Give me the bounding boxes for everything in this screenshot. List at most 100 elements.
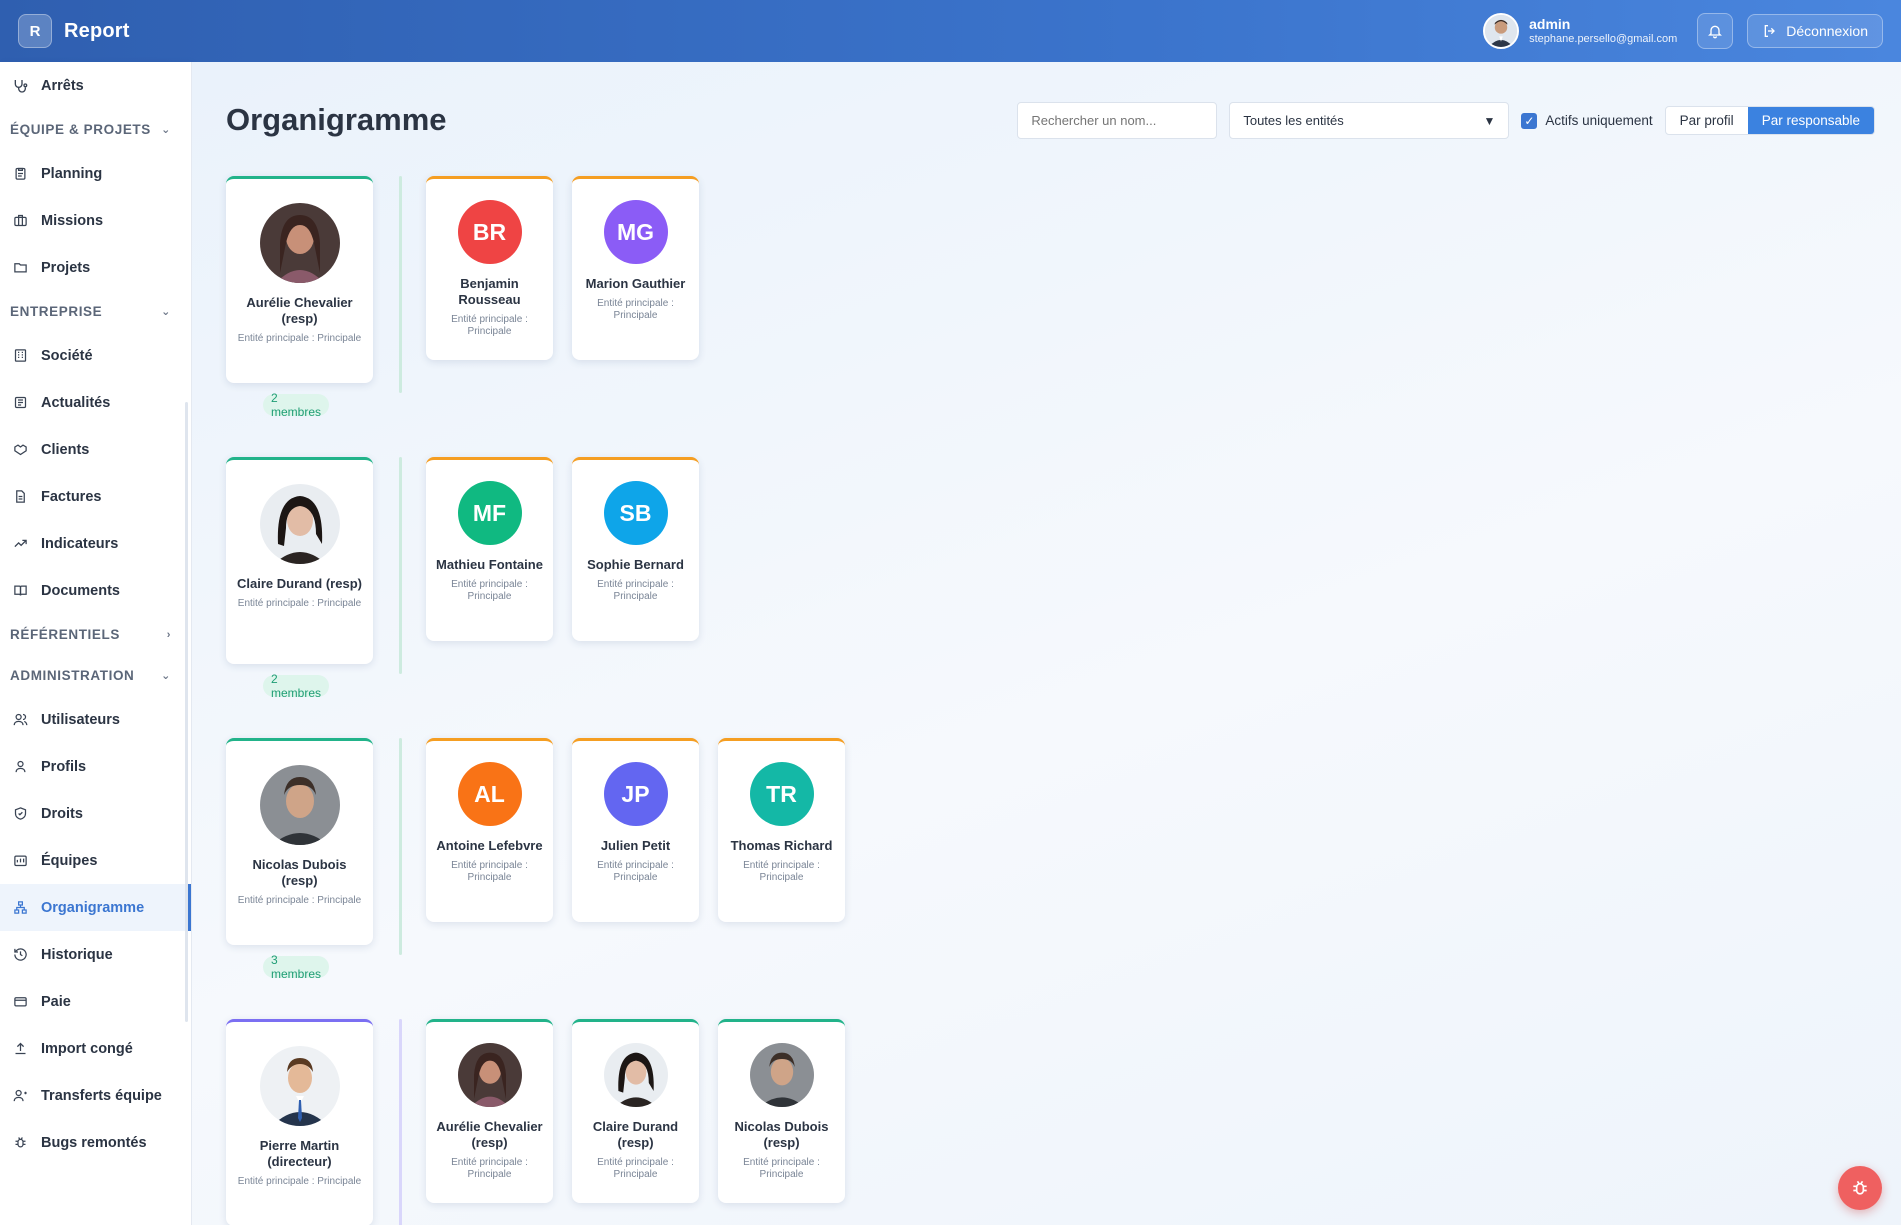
avatar [259, 203, 340, 283]
sidebar-item-societe[interactable]: Société [0, 332, 191, 379]
sidebar-item-label: Profils [41, 758, 87, 775]
member-card[interactable]: AL Antoine Lefebvre Entité principale : … [426, 738, 553, 922]
user-menu[interactable]: admin stephane.persello@gmail.com [1483, 13, 1677, 49]
trending-up-icon [12, 536, 28, 552]
director-card[interactable]: Pierre Martin (directeur) Entité princip… [226, 1019, 373, 1225]
sidebar-item-documents[interactable]: Documents [0, 567, 191, 614]
card-name: Thomas Richard [730, 838, 833, 853]
sidebar-item-droits[interactable]: Droits [0, 790, 191, 837]
card-name: Aurélie Chevalier (resp) [246, 295, 353, 326]
avatar-initials: MG [603, 200, 668, 264]
avatar [259, 1046, 340, 1126]
member-card[interactable]: MF Mathieu Fontaine Entité principale : … [426, 457, 553, 641]
sidebar-item-label: Société [41, 347, 93, 364]
sidebar-item-arrets[interactable]: Arrêts [0, 62, 191, 109]
sidebar-item-label: Utilisateurs [41, 711, 120, 728]
sidebar-item-factures[interactable]: Factures [0, 473, 191, 520]
sidebar-item-missions[interactable]: Missions [0, 197, 191, 244]
members-count-badge: 2 membres [263, 391, 330, 419]
shield-icon [12, 806, 28, 822]
sidebar: Arrêts ÉQUIPE & PROJETS ⌄ Planning Missi… [0, 62, 192, 1225]
page-title: Organigramme [226, 102, 447, 137]
sidebar-scrollbar[interactable] [185, 402, 188, 1022]
section-label: ADMINISTRATION [10, 668, 135, 683]
sidebar-item-planning[interactable]: Planning [0, 150, 191, 197]
entity-select[interactable]: Toutes les entités ▼ [1229, 102, 1510, 139]
sidebar-item-profils[interactable]: Profils [0, 743, 191, 790]
org-chart-icon [12, 900, 28, 916]
logout-button[interactable]: Déconnexion [1747, 14, 1883, 48]
card-entity: Entité principale : Principale [237, 895, 362, 906]
view-par-profil-button[interactable]: Par profil [1666, 107, 1748, 134]
card-name: Marion Gauthier [585, 276, 686, 291]
section-label: ÉQUIPE & PROJETS [10, 122, 151, 137]
sidebar-item-equipes[interactable]: Équipes [0, 837, 191, 884]
sidebar-item-utilisateurs[interactable]: Utilisateurs [0, 696, 191, 743]
search-input[interactable] [1017, 102, 1218, 139]
sidebar-item-bugs-remontes[interactable]: Bugs remontés [0, 1119, 191, 1166]
sidebar-item-projets[interactable]: Projets [0, 244, 191, 291]
member-card[interactable]: MG Marion Gauthier Entité principale : P… [572, 176, 699, 360]
sidebar-section-administration[interactable]: ADMINISTRATION ⌄ [0, 655, 191, 696]
sidebar-item-label: Transferts équipe [41, 1087, 162, 1104]
brand-logo: R [18, 14, 52, 48]
bug-icon [1853, 1180, 1867, 1195]
top-bar: R Report admin stephane.persello@gmail.c… [0, 0, 1901, 62]
sidebar-section-entreprise[interactable]: ENTREPRISE ⌄ [0, 291, 191, 332]
responsable-card[interactable]: Aurélie Chevalier (resp) Entité principa… [226, 176, 373, 383]
responsable-card[interactable]: Claire Durand (resp) Entité principale :… [226, 457, 373, 664]
folder-icon [12, 260, 28, 276]
card-entity: Entité principale : Principale [451, 1157, 528, 1180]
member-card[interactable]: Aurélie Chevalier (resp) Entité principa… [426, 1019, 553, 1203]
user-email: stephane.persello@gmail.com [1529, 32, 1678, 45]
member-card[interactable]: SB Sophie Bernard Entité principale : Pr… [572, 457, 699, 641]
member-card[interactable]: JP Julien Petit Entité principale : Prin… [572, 738, 699, 922]
card-entity: Entité principale : Principale [451, 314, 528, 337]
card-name: Benjamin Rousseau [458, 276, 521, 307]
sidebar-item-label: Actualités [41, 394, 111, 411]
members-count-badge: 3 membres [263, 953, 330, 981]
sidebar-item-paie[interactable]: Paie [0, 978, 191, 1025]
sidebar-item-organigramme[interactable]: Organigramme [0, 884, 191, 931]
sidebar-item-label: Historique [41, 946, 113, 963]
sidebar-item-import-conge[interactable]: Import congé [0, 1025, 191, 1072]
card-name: Pierre Martin (directeur) [259, 1138, 340, 1169]
toolbar: Toutes les entités ▼ ✓ Actifs uniquement… [1017, 102, 1875, 139]
report-bug-button[interactable] [1838, 1166, 1882, 1210]
actifs-toggle[interactable]: ✓ Actifs uniquement [1521, 112, 1653, 129]
newspaper-icon [12, 395, 28, 411]
sidebar-item-label: Arrêts [41, 77, 84, 94]
member-card[interactable]: Nicolas Dubois (resp) Entité principale … [718, 1019, 845, 1203]
sidebar-item-transferts-equipe[interactable]: Transferts équipe [0, 1072, 191, 1119]
member-card[interactable]: Claire Durand (resp) Entité principale :… [572, 1019, 699, 1203]
brand[interactable]: R Report [18, 14, 130, 48]
sidebar-item-label: Missions [41, 212, 104, 229]
group-connector [399, 1019, 402, 1225]
card-entity: Entité principale : Principale [743, 860, 820, 883]
sidebar-section-referentiels[interactable]: RÉFÉRENTIELS › [0, 614, 191, 655]
view-par-responsable-button[interactable]: Par responsable [1747, 107, 1874, 134]
sidebar-item-historique[interactable]: Historique [0, 931, 191, 978]
sidebar-item-label: Droits [41, 805, 83, 822]
sidebar-item-indicateurs[interactable]: Indicateurs [0, 520, 191, 567]
avatar-initials: BR [457, 200, 522, 264]
avatar [603, 1043, 668, 1107]
card-name: Nicolas Dubois (resp) [734, 1119, 829, 1150]
notifications-button[interactable] [1697, 13, 1734, 49]
history-icon [12, 947, 28, 963]
building-icon [12, 348, 28, 364]
responsable-card[interactable]: Nicolas Dubois (resp) Entité principale … [226, 738, 373, 945]
brand-name: Report [64, 19, 130, 42]
logout-label: Déconnexion [1786, 23, 1868, 39]
sidebar-item-actualites[interactable]: Actualités [0, 379, 191, 426]
chevron-right-icon: › [166, 628, 171, 641]
sidebar-section-equipe[interactable]: ÉQUIPE & PROJETS ⌄ [0, 109, 191, 150]
sidebar-item-label: Clients [41, 441, 90, 458]
member-card[interactable]: BR Benjamin Rousseau Entité principale :… [426, 176, 553, 360]
member-card[interactable]: TR Thomas Richard Entité principale : Pr… [718, 738, 845, 922]
user-name: admin [1529, 16, 1571, 32]
users-transfer-icon [12, 1088, 28, 1104]
checkbox-checked-icon[interactable]: ✓ [1521, 112, 1538, 129]
card-name: Sophie Bernard [587, 557, 684, 572]
sidebar-item-clients[interactable]: Clients [0, 426, 191, 473]
